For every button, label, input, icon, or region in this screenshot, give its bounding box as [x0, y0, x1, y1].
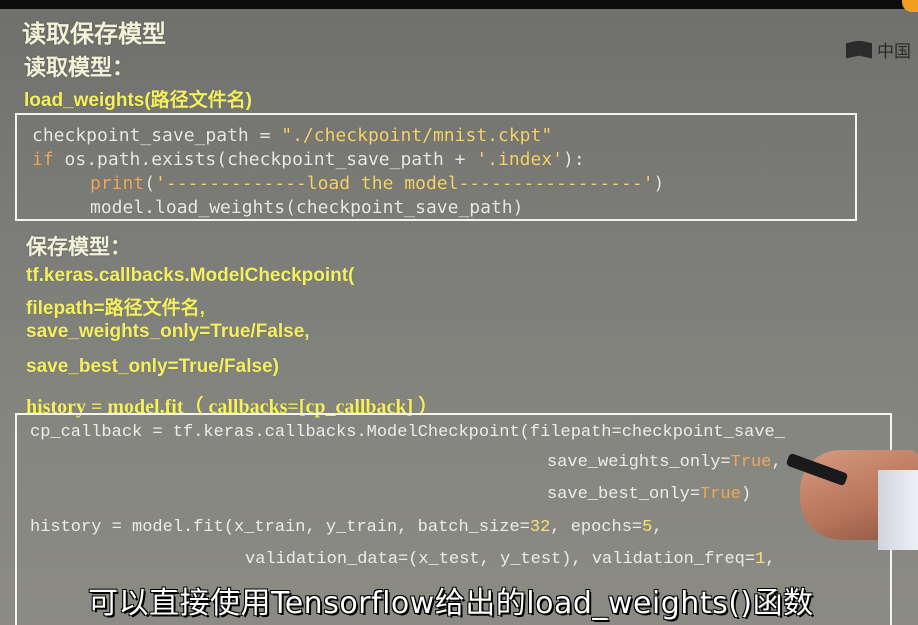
channel-logo: 中国	[846, 37, 911, 62]
code-line: checkpoint_save_path = "./checkpoint/mni…	[32, 125, 553, 146]
save-line: tf.keras.callbacks.ModelCheckpoint(	[26, 265, 355, 286]
code-line: print('-------------load the model------…	[90, 173, 665, 194]
slide-title: 读取保存模型	[22, 19, 166, 48]
save-heading: 保存模型：	[26, 234, 131, 259]
code-line: cp_callback = tf.keras.callbacks.ModelCh…	[30, 423, 785, 442]
code-line: if os.path.exists(checkpoint_save_path +…	[32, 149, 585, 170]
corner-badge-icon	[902, 0, 918, 12]
code-line: history = model.fit(x_train, y_train, ba…	[30, 518, 663, 537]
load-heading: 读取模型：	[24, 55, 135, 81]
code-line: save_weights_only=True,	[547, 453, 782, 472]
load-function-text: load_weights(路径文件名)	[24, 90, 253, 111]
save-line: save_weights_only=True/False,	[26, 321, 310, 342]
code-line: validation_data=(x_test, y_test), valida…	[245, 550, 776, 569]
book-logo-icon	[846, 40, 872, 59]
code-line: save_best_only=True)	[547, 485, 752, 504]
presenter-sleeve	[878, 470, 918, 550]
video-subtitle: 可以直接使用Tensorflow给出的load_weights()函数	[88, 586, 814, 621]
code-line: model.load_weights(checkpoint_save_path)	[90, 197, 524, 218]
logo-text: 中国	[877, 42, 911, 62]
save-line: save_best_only=True/False)	[26, 356, 279, 377]
save-line: filepath=路径文件名,	[26, 298, 205, 319]
video-top-bar	[0, 0, 918, 9]
